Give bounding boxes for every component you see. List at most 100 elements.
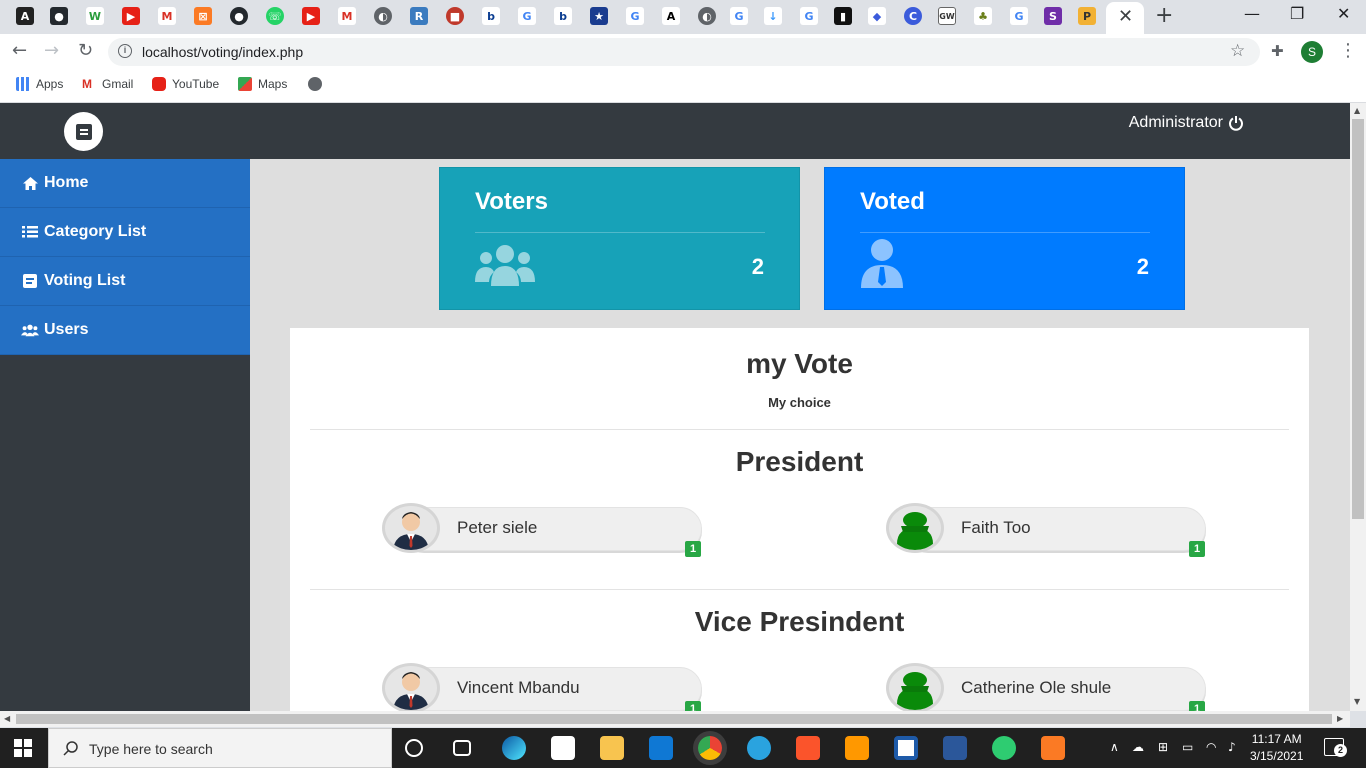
admin-label: Administrator <box>1128 114 1223 131</box>
tab-favicon[interactable]: ◐ <box>374 7 392 25</box>
tray-chevron-icon[interactable]: ∧ <box>1110 740 1119 754</box>
tab-favicon[interactable]: ⊠ <box>194 7 212 25</box>
brand-logo[interactable] <box>64 112 103 151</box>
tab-favicon[interactable]: G <box>730 7 748 25</box>
tab-favicon[interactable]: S <box>1044 7 1062 25</box>
candidate-card[interactable]: Catherine Ole shule 1 <box>886 663 1206 711</box>
edge-icon[interactable] <box>502 736 526 760</box>
brave-icon[interactable] <box>796 736 820 760</box>
bookmark-maps[interactable]: Maps <box>238 77 287 91</box>
scrollbar-thumb[interactable] <box>1352 119 1364 519</box>
xampp-icon[interactable] <box>1041 736 1065 760</box>
tab-favicon[interactable]: G <box>800 7 818 25</box>
extensions-icon[interactable]: ✚ <box>1271 42 1284 60</box>
sidebar-item-home[interactable]: Home <box>0 159 250 208</box>
menu-icon[interactable]: ⋮ <box>1339 40 1357 61</box>
tab-favicon[interactable]: ▮ <box>834 7 852 25</box>
tab-favicon[interactable]: b <box>554 7 572 25</box>
file-explorer-icon[interactable] <box>600 736 624 760</box>
apps-grid-icon <box>16 77 30 91</box>
minimize-icon[interactable]: — <box>1244 4 1260 23</box>
reload-icon[interactable]: ↻ <box>78 40 93 61</box>
tab-favicon[interactable]: ● <box>230 7 248 25</box>
tab-favicon[interactable]: ● <box>50 7 68 25</box>
tab-favicon[interactable]: A <box>16 7 34 25</box>
profile-avatar[interactable]: S <box>1301 41 1323 63</box>
scroll-left-icon[interactable]: ◀ <box>4 714 10 723</box>
tab-favicon[interactable]: ■ <box>446 7 464 25</box>
tab-favicon[interactable]: ↓ <box>764 7 782 25</box>
tab-favicon[interactable]: b <box>482 7 500 25</box>
tab-favicon[interactable]: ★ <box>590 7 608 25</box>
scroll-right-icon[interactable]: ▶ <box>1337 714 1343 723</box>
tab-favicon[interactable]: ▶ <box>302 7 320 25</box>
scroll-up-icon[interactable]: ▲ <box>1354 106 1360 115</box>
youtube-icon <box>152 77 166 91</box>
candidate-card[interactable]: Peter siele 1 <box>382 503 702 557</box>
bookmark-star-icon[interactable]: ☆ <box>1230 41 1245 61</box>
tab-favicon[interactable]: G <box>518 7 536 25</box>
candidate-card[interactable]: Vincent Mbandu 1 <box>382 663 702 711</box>
forward-icon[interactable]: → <box>44 40 59 61</box>
cortana-icon[interactable] <box>405 739 423 757</box>
tab-favicon[interactable]: G <box>626 7 644 25</box>
taskbar-search[interactable]: Type here to search <box>48 728 392 768</box>
clock[interactable]: 11:17 AM 3/15/2021 <box>1250 731 1303 765</box>
tab-favicon[interactable]: M <box>338 7 356 25</box>
onedrive-icon[interactable]: ☁ <box>1132 740 1144 754</box>
tab-favicon[interactable]: ♣ <box>974 7 992 25</box>
home-icon <box>21 175 39 191</box>
tab-favicon[interactable]: ☏ <box>266 7 284 25</box>
windows-taskbar: Type here to search ∧ ☁ ⊞ ▭ ◠ ♪ 11:17 AM… <box>0 728 1366 768</box>
tab-favicon[interactable]: W <box>86 7 104 25</box>
sidebar-item-users[interactable]: Users <box>0 306 250 355</box>
windows-start-icon[interactable] <box>14 739 32 757</box>
tab-favicon[interactable]: ◆ <box>868 7 886 25</box>
app-icon[interactable] <box>894 736 918 760</box>
notification-icon[interactable]: 2 <box>1324 738 1347 757</box>
tab-favicon[interactable]: P <box>1078 7 1096 25</box>
store-icon[interactable] <box>551 736 575 760</box>
sidebar-item-category-list[interactable]: Category List <box>0 208 250 257</box>
vertical-scrollbar[interactable]: ▲ ▼ <box>1350 103 1366 711</box>
bookmark-youtube[interactable]: YouTube <box>152 77 219 91</box>
tab-favicon[interactable]: G <box>1010 7 1028 25</box>
candidate-card[interactable]: Faith Too 1 <box>886 503 1206 557</box>
back-icon[interactable]: ← <box>12 40 27 61</box>
restore-icon[interactable]: ❐ <box>1290 4 1304 23</box>
sidebar-item-label: Category List <box>44 223 147 240</box>
volume-icon[interactable]: ♪ <box>1228 740 1236 754</box>
tab-favicon[interactable]: A <box>662 7 680 25</box>
horizontal-scrollbar[interactable]: ◀ ▶ <box>0 711 1350 727</box>
telegram-icon[interactable] <box>747 736 771 760</box>
wifi-icon[interactable]: ◠ <box>1206 740 1216 754</box>
task-view-icon[interactable] <box>453 740 471 756</box>
tab-favicon[interactable]: GW <box>938 7 956 25</box>
mail-icon[interactable] <box>649 736 673 760</box>
tab-favicon[interactable]: ◐ <box>698 7 716 25</box>
power-icon[interactable] <box>1228 115 1244 131</box>
scrollbar-thumb[interactable] <box>16 714 1332 724</box>
battery-icon[interactable]: ▭ <box>1182 740 1193 754</box>
tab-close-icon[interactable]: ✕ <box>1118 6 1133 27</box>
sublime-icon[interactable] <box>845 736 869 760</box>
bookmark-gmail[interactable]: M Gmail <box>82 77 133 91</box>
chrome-icon[interactable] <box>698 736 722 760</box>
word-icon[interactable] <box>943 736 967 760</box>
maps-app-icon[interactable] <box>992 736 1016 760</box>
bookmark-globe[interactable] <box>308 77 322 91</box>
tray-app-icon[interactable]: ⊞ <box>1158 740 1168 754</box>
tab-favicon[interactable]: C <box>904 7 922 25</box>
sidebar-item-voting-list[interactable]: Voting List <box>0 257 250 306</box>
new-tab-button[interactable]: + <box>1155 3 1173 28</box>
scroll-down-icon[interactable]: ▼ <box>1354 697 1360 706</box>
info-icon[interactable]: i <box>118 44 132 58</box>
address-bar-url[interactable]: localhost/voting/index.php <box>142 44 303 60</box>
tab-favicon[interactable]: R <box>410 7 428 25</box>
sidebar-item-label: Users <box>44 321 89 338</box>
bookmark-apps[interactable]: Apps <box>16 77 63 91</box>
tab-favicon[interactable]: ▶ <box>122 7 140 25</box>
admin-menu[interactable]: Administrator <box>1129 114 1244 132</box>
close-window-icon[interactable]: ✕ <box>1337 4 1350 23</box>
tab-favicon[interactable]: M <box>158 7 176 25</box>
